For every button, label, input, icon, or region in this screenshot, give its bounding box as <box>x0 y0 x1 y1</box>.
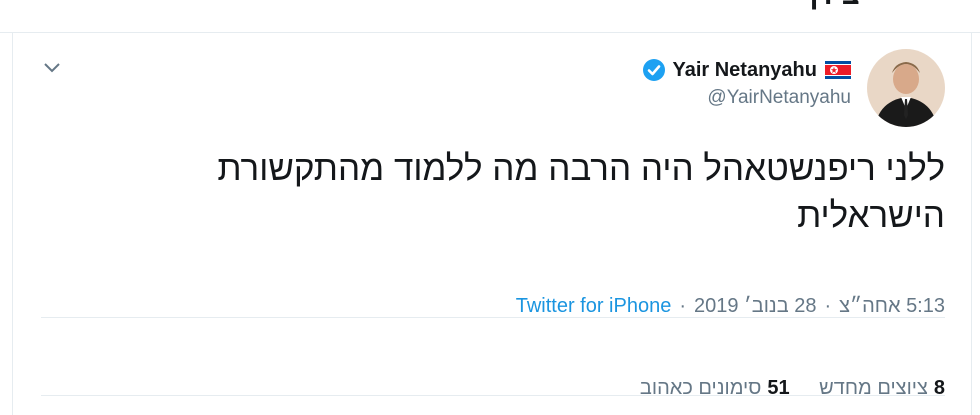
tweet-metadata: 5:13 אחה״צ · 28 בנוב׳ 2019 · Twitter for iPh… <box>516 295 945 318</box>
author-name-row: Yair Netanyahu <box>642 55 851 85</box>
tweet-time[interactable]: 5:13 אחה״צ <box>839 295 945 317</box>
tweet-text-line: ללני ריפנשטאהל היה הרבה מה ללמוד מהתקשור… <box>217 149 945 188</box>
avatar[interactable] <box>867 49 945 127</box>
page-title: ציוץ <box>807 0 860 12</box>
retweet-count[interactable]: 8ציוצים מחדש <box>819 377 945 400</box>
tweet-date[interactable]: 28 בנוב׳ 2019 <box>694 295 816 317</box>
tweet-text-line: הישראלית <box>797 196 945 235</box>
author-handle[interactable]: @YairNetanyahu <box>642 87 851 109</box>
divider <box>41 395 945 396</box>
north-korea-flag-icon <box>825 61 851 79</box>
verified-badge-icon <box>642 58 666 82</box>
tweet-text: ללני ריפנשטאהל היה הרבה מה ללמוד מהתקשור… <box>85 145 945 239</box>
chevron-down-icon[interactable] <box>41 59 63 75</box>
tweet-stats: 8ציוצים מחדש 51סימונים כאהוב <box>616 377 945 400</box>
author-display-name[interactable]: Yair Netanyahu <box>672 59 817 82</box>
tweet-page: ציוץ <box>0 0 980 415</box>
page-header: ציוץ <box>0 0 980 33</box>
tweet-card: Yair Netanyahu @YairNetanyahu ללני ריפנש… <box>12 33 972 415</box>
divider <box>41 317 945 318</box>
tweet-source-link[interactable]: Twitter for iPhone <box>516 295 672 317</box>
separator: · <box>679 295 686 317</box>
separator: · <box>824 295 832 317</box>
author-block: Yair Netanyahu @YairNetanyahu <box>642 55 851 109</box>
like-count[interactable]: 51סימונים כאהוב <box>640 377 790 400</box>
